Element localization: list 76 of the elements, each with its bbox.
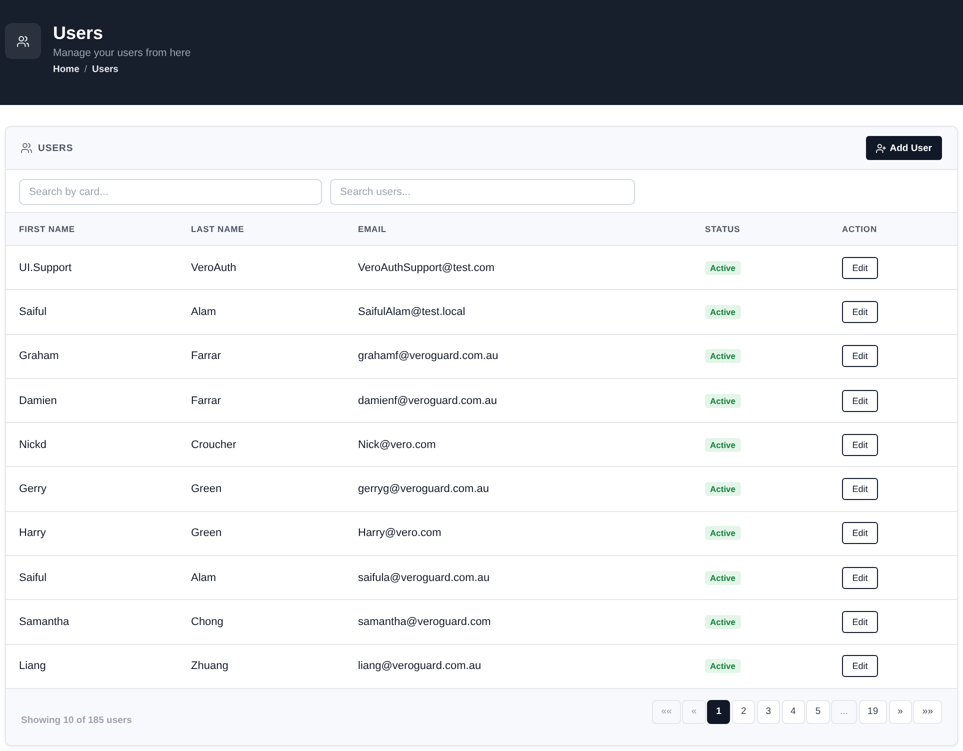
table-cell: saifula@veroguard.com.au: [358, 572, 490, 584]
table-cell: Harry@vero.com: [358, 527, 442, 540]
edit-button[interactable]: Edit: [842, 390, 878, 412]
table-cell: Nickd: [19, 438, 47, 451]
table-cell: Saiful: [19, 306, 47, 318]
status-badge: Active: [705, 438, 741, 452]
edit-button[interactable]: Edit: [842, 566, 878, 589]
card-title: USERS: [38, 142, 74, 154]
breadcrumb-separator: /: [84, 63, 88, 77]
status-badge: Active: [705, 394, 741, 408]
table-cell: Samantha: [19, 616, 70, 628]
edit-button[interactable]: Edit: [842, 256, 878, 279]
status-badge: Active: [705, 570, 741, 585]
column-header: STATUS: [705, 224, 740, 234]
table-cell: Nick@vero.com: [358, 438, 436, 451]
page-button[interactable]: »»: [913, 700, 942, 724]
edit-button[interactable]: Edit: [842, 434, 878, 456]
breadcrumb-current: Users: [92, 63, 118, 77]
search-field[interactable]: Search users...: [330, 179, 635, 205]
table-cell: Farrar: [191, 350, 221, 362]
page-subtitle: Manage your users from here: [53, 46, 191, 60]
edit-button[interactable]: Edit: [842, 478, 878, 500]
edit-button[interactable]: Edit: [842, 655, 878, 678]
table-cell: Green: [191, 483, 222, 496]
table-cell: Saiful: [19, 572, 47, 584]
status-badge: Active: [705, 260, 741, 275]
page-button[interactable]: »: [888, 700, 912, 724]
add-user-button[interactable]: Add User: [866, 136, 942, 160]
page-button[interactable]: 5: [806, 700, 830, 724]
table-cell: gerryg@veroguard.com.au: [358, 483, 490, 496]
page-button[interactable]: 4: [782, 700, 805, 724]
edit-button[interactable]: Edit: [842, 522, 878, 544]
page-title: Users: [53, 23, 104, 43]
page-button[interactable]: 2: [732, 700, 756, 724]
status-badge: Active: [705, 482, 741, 496]
user-plus-icon: [876, 144, 886, 152]
status-badge: Active: [705, 349, 741, 364]
edit-button[interactable]: Edit: [842, 345, 878, 368]
edit-button[interactable]: Edit: [842, 300, 878, 323]
table-cell: Graham: [19, 350, 59, 362]
table-cell: Alam: [191, 306, 216, 318]
table-cell: Croucher: [191, 438, 236, 451]
status-badge: Active: [705, 615, 741, 630]
edit-button[interactable]: Edit: [842, 611, 878, 634]
status-badge: Active: [705, 526, 741, 540]
table-cell: samantha@veroguard.com: [358, 616, 491, 628]
users-icon: [21, 143, 32, 153]
status-badge: Active: [705, 659, 741, 674]
table-cell: UI.Support: [19, 262, 72, 274]
table-cell: Green: [191, 527, 222, 540]
table-cell: SaifulAlam@test.local: [358, 306, 466, 318]
breadcrumb-link[interactable]: Home: [53, 63, 80, 77]
column-header: EMAIL: [358, 224, 386, 234]
page-button[interactable]: 1: [707, 700, 730, 724]
column-header: LAST NAME: [191, 224, 244, 234]
search-field[interactable]: Search by card...: [19, 179, 322, 205]
table-cell: Farrar: [191, 394, 221, 407]
page-button[interactable]: 19: [858, 700, 888, 724]
status-badge: Active: [705, 304, 741, 319]
table-cell: Chong: [191, 616, 224, 628]
table-cell: VeroAuth: [191, 262, 236, 274]
column-header: FIRST NAME: [19, 224, 75, 234]
table-cell: Harry: [19, 527, 46, 540]
table-cell: Liang: [19, 660, 46, 672]
table-cell: Gerry: [19, 483, 46, 496]
table-cell: damienf@veroguard.com.au: [358, 394, 497, 407]
table-cell: Damien: [19, 394, 57, 407]
table-cell: VeroAuthSupport@test.com: [358, 262, 495, 274]
page-button[interactable]: 3: [756, 700, 780, 724]
table-cell: Alam: [191, 572, 216, 584]
table-cell: grahamf@veroguard.com.au: [358, 350, 498, 362]
table-cell: liang@veroguard.com.au: [358, 660, 482, 672]
column-header: ACTION: [842, 224, 877, 234]
pagination-summary: Showing 10 of 185 users: [21, 714, 132, 728]
table-cell: Zhuang: [191, 660, 228, 672]
users-icon: [5, 23, 41, 59]
